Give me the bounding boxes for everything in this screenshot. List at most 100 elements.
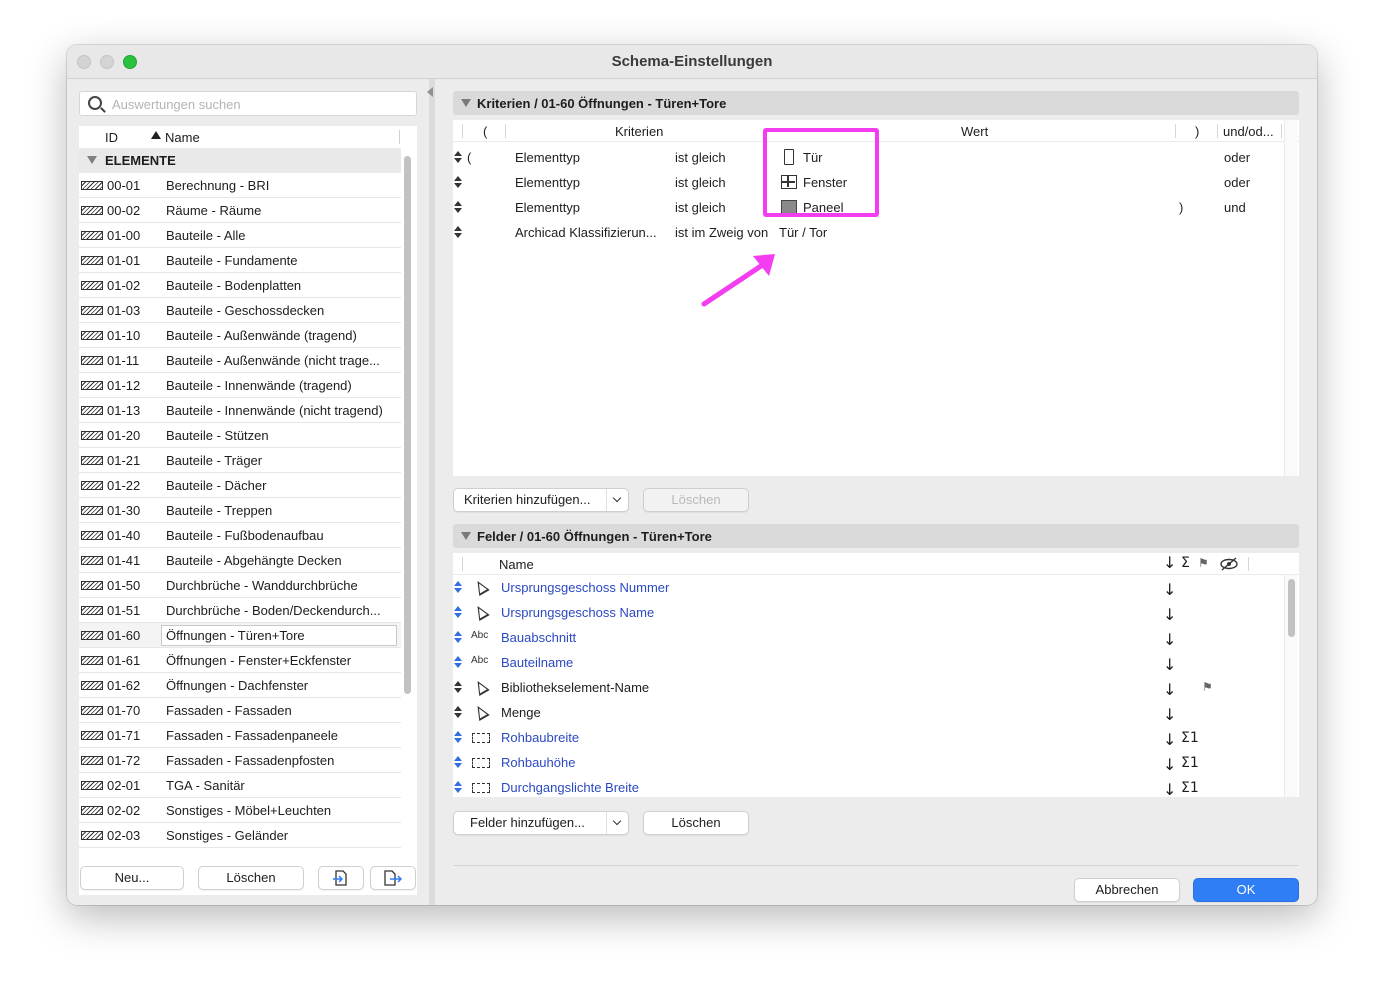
- field-name[interactable]: Bauabschnitt: [501, 630, 576, 645]
- criteria-value-cell[interactable]: Tür / Tor: [779, 225, 827, 240]
- scheme-row[interactable]: 01-70 Fassaden - Fassaden: [79, 698, 401, 723]
- scheme-row[interactable]: 01-11 Bauteile - Außenwände (nicht trage.…: [79, 348, 401, 373]
- sort-arrow-icon[interactable]: ↓: [1163, 655, 1176, 674]
- add-criteria-dropdown[interactable]: Kriterien hinzufügen...: [453, 488, 629, 512]
- scheme-row[interactable]: 01-02 Bauteile - Bodenplatten: [79, 273, 401, 298]
- collapse-arrow-icon[interactable]: [427, 87, 433, 97]
- scheme-row[interactable]: 01-50 Durchbrüche - Wanddurchbrüche: [79, 573, 401, 598]
- criteria-operator-cell[interactable]: ist gleich: [675, 150, 726, 165]
- delete-field-button[interactable]: Löschen: [643, 811, 749, 835]
- fields-section-header[interactable]: Felder / 01-60 Öffnungen - Türen+Tore: [453, 524, 1299, 548]
- reorder-handle-icon[interactable]: [454, 176, 462, 189]
- reorder-handle-icon[interactable]: [454, 201, 462, 214]
- scheme-row[interactable]: 00-01 Berechnung - BRI: [79, 173, 401, 198]
- field-name[interactable]: Durchgangslichte Breite: [501, 780, 639, 795]
- sum-icon[interactable]: Σ1: [1181, 780, 1199, 796]
- search-box[interactable]: [79, 91, 417, 116]
- export-scheme-button[interactable]: [370, 866, 416, 890]
- criteria-field-cell[interactable]: Elementtyp: [515, 200, 580, 215]
- scheme-row[interactable]: 02-03 Sonstiges - Geländer: [79, 823, 401, 848]
- column-header-id[interactable]: ID: [105, 130, 118, 145]
- criteria-operator-cell[interactable]: ist im Zweig von: [675, 225, 768, 240]
- criteria-field-cell[interactable]: Elementtyp: [515, 175, 580, 190]
- scheme-row[interactable]: 01-72 Fassaden - Fassadenpfosten: [79, 748, 401, 773]
- sum-icon[interactable]: Σ1: [1181, 755, 1199, 771]
- criteria-row[interactable]: Archicad Klassifizierun... ist im Zweig v…: [453, 220, 1281, 245]
- disclosure-triangle-icon[interactable]: [461, 99, 471, 107]
- field-row[interactable]: Bibliothekselement-Name ↓ ⚑: [453, 675, 1281, 700]
- reorder-handle-icon[interactable]: [454, 781, 462, 794]
- field-name[interactable]: Menge: [501, 705, 541, 720]
- scheme-row[interactable]: 01-21 Bauteile - Träger: [79, 448, 401, 473]
- disclosure-triangle-icon[interactable]: [461, 532, 471, 540]
- field-name[interactable]: Bibliothekselement-Name: [501, 680, 649, 695]
- delete-scheme-button[interactable]: Löschen: [198, 866, 304, 890]
- scheme-row[interactable]: 01-10 Bauteile - Außenwände (tragend): [79, 323, 401, 348]
- sort-arrow-icon[interactable]: ↓: [1163, 630, 1176, 649]
- reorder-handle-icon[interactable]: [454, 151, 462, 164]
- list-scrollbar[interactable]: [404, 150, 412, 895]
- criteria-field-cell[interactable]: Elementtyp: [515, 150, 580, 165]
- field-row[interactable]: Abc Bauteilname ↓: [453, 650, 1281, 675]
- scheme-row[interactable]: 01-22 Bauteile - Dächer: [79, 473, 401, 498]
- field-row[interactable]: Abc Bauabschnitt ↓: [453, 625, 1281, 650]
- scheme-row[interactable]: 02-02 Sonstiges - Möbel+Leuchten: [79, 798, 401, 823]
- sort-arrow-icon[interactable]: ↓: [1163, 705, 1176, 724]
- field-row[interactable]: Ursprungsgeschoss Name ↓: [453, 600, 1281, 625]
- close-paren-cell[interactable]: ): [1179, 200, 1183, 215]
- criteria-operator-cell[interactable]: ist gleich: [675, 175, 726, 190]
- criteria-field-cell[interactable]: Archicad Klassifizierun...: [515, 225, 657, 240]
- scheme-row[interactable]: 01-61 Öffnungen - Fenster+Eckfenster: [79, 648, 401, 673]
- scheme-row[interactable]: 01-01 Bauteile - Fundamente: [79, 248, 401, 273]
- search-input[interactable]: [112, 95, 402, 113]
- field-name[interactable]: Ursprungsgeschoss Name: [501, 605, 654, 620]
- fields-scrollbar-thumb[interactable]: [1288, 579, 1295, 637]
- column-header-name[interactable]: Name: [151, 130, 200, 145]
- scheme-row[interactable]: 01-30 Bauteile - Treppen: [79, 498, 401, 523]
- scheme-row[interactable]: 01-41 Bauteile - Abgehängte Decken: [79, 548, 401, 573]
- and-or-cell[interactable]: oder: [1224, 150, 1250, 165]
- list-scrollbar-thumb[interactable]: [404, 156, 411, 694]
- scheme-row[interactable]: 01-71 Fassaden - Fassadenpaneele: [79, 723, 401, 748]
- scheme-row[interactable]: 01-62 Öffnungen - Dachfenster: [79, 673, 401, 698]
- scheme-row[interactable]: 01-13 Bauteile - Innenwände (nicht tragen…: [79, 398, 401, 423]
- field-row[interactable]: Rohbauhöhe ↓ Σ1: [453, 750, 1281, 775]
- field-name[interactable]: Rohbaubreite: [501, 730, 579, 745]
- disclosure-triangle-icon[interactable]: [87, 156, 97, 164]
- new-scheme-button[interactable]: Neu...: [80, 866, 184, 890]
- and-or-cell[interactable]: oder: [1224, 175, 1250, 190]
- field-row[interactable]: Menge ↓: [453, 700, 1281, 725]
- add-fields-dropdown[interactable]: Felder hinzufügen...: [453, 811, 629, 835]
- group-elemente[interactable]: ELEMENTE: [79, 148, 401, 173]
- scheme-row[interactable]: 01-00 Bauteile - Alle: [79, 223, 401, 248]
- import-scheme-button[interactable]: [318, 866, 364, 890]
- reorder-handle-icon[interactable]: [454, 681, 462, 694]
- sort-arrow-icon[interactable]: ↓: [1163, 605, 1176, 624]
- sort-arrow-icon[interactable]: ↓: [1163, 780, 1176, 797]
- scheme-row[interactable]: 01-60 Öffnungen - Türen+Tore: [79, 623, 401, 648]
- flag-icon[interactable]: ⚑: [1202, 680, 1213, 694]
- fields-scrollbar[interactable]: [1284, 575, 1297, 797]
- reorder-handle-icon[interactable]: [454, 226, 462, 239]
- field-row[interactable]: Durchgangslichte Breite ↓ Σ1: [453, 775, 1281, 797]
- sort-arrow-icon[interactable]: ↓: [1163, 580, 1176, 599]
- scheme-row[interactable]: 02-01 TGA - Sanitär: [79, 773, 401, 798]
- and-or-cell[interactable]: und: [1224, 200, 1246, 215]
- reorder-handle-icon[interactable]: [454, 581, 462, 594]
- reorder-handle-icon[interactable]: [454, 731, 462, 744]
- sort-arrow-icon[interactable]: ↓: [1163, 680, 1176, 699]
- criteria-operator-cell[interactable]: ist gleich: [675, 200, 726, 215]
- field-name[interactable]: Bauteilname: [501, 655, 573, 670]
- chevron-down-icon[interactable]: [606, 812, 628, 834]
- scheme-row[interactable]: 01-51 Durchbrüche - Boden/Deckendurch...: [79, 598, 401, 623]
- reorder-handle-icon[interactable]: [454, 606, 462, 619]
- reorder-handle-icon[interactable]: [454, 631, 462, 644]
- sort-arrow-icon[interactable]: ↓: [1163, 755, 1176, 774]
- field-row[interactable]: Ursprungsgeschoss Nummer ↓: [453, 575, 1281, 600]
- scheme-row[interactable]: 01-12 Bauteile - Innenwände (tragend): [79, 373, 401, 398]
- reorder-handle-icon[interactable]: [454, 756, 462, 769]
- criteria-section-header[interactable]: Kriterien / 01-60 Öffnungen - Türen+Tore: [453, 91, 1299, 115]
- scheme-row[interactable]: 00-02 Räume - Räume: [79, 198, 401, 223]
- scheme-row[interactable]: 01-40 Bauteile - Fußbodenaufbau: [79, 523, 401, 548]
- field-row[interactable]: Rohbaubreite ↓ Σ1: [453, 725, 1281, 750]
